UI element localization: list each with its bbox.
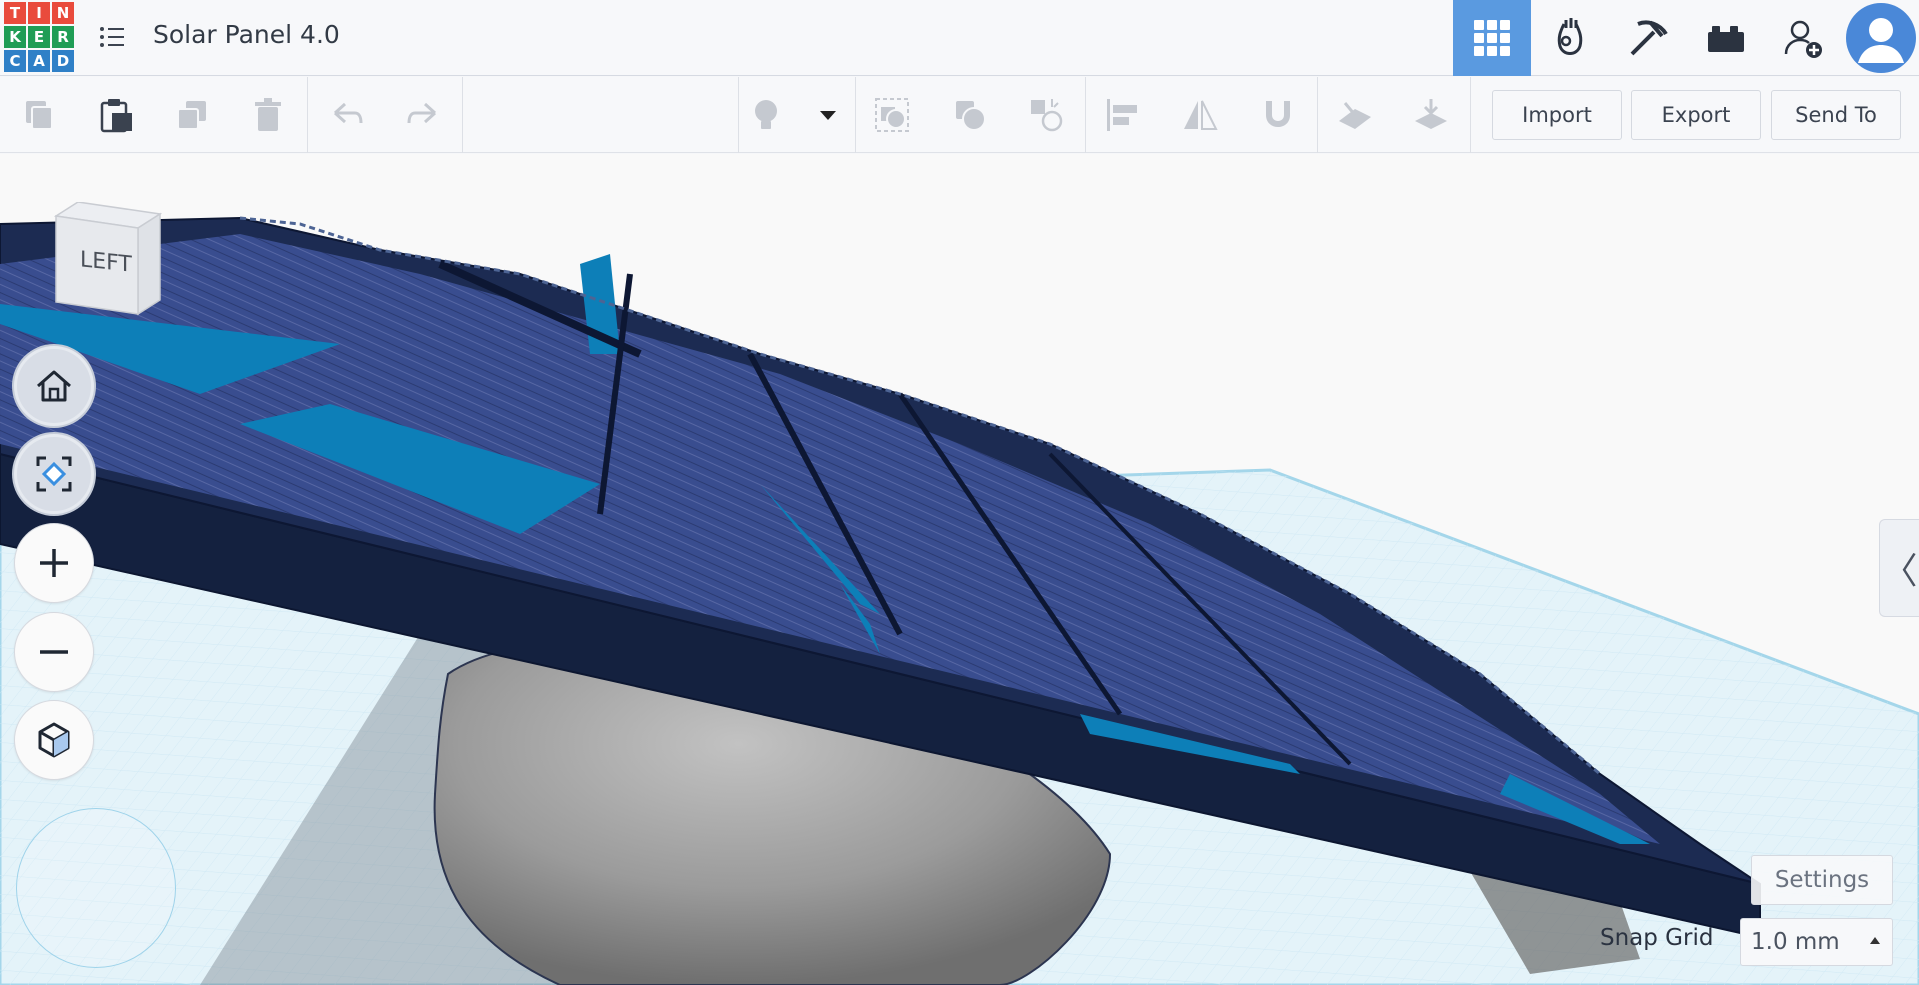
toolbar-divider (855, 77, 856, 153)
grid-view-icon (1474, 20, 1510, 56)
import-button[interactable]: Import (1492, 90, 1622, 140)
toolbar-divider (1470, 77, 1471, 153)
home-view-button[interactable] (14, 346, 94, 426)
view-cube[interactable]: LEFT (50, 201, 163, 322)
avatar-icon (1846, 3, 1916, 73)
lego-bricks-icon (1708, 26, 1744, 52)
toolbar-divider (1085, 77, 1086, 153)
redo-icon (407, 102, 437, 124)
toolbar-divider (738, 77, 739, 153)
plus-icon (40, 549, 68, 577)
paste-button[interactable] (94, 93, 138, 137)
mirror-icon (1184, 100, 1218, 130)
cruise-button[interactable] (1256, 93, 1300, 137)
invite-collaborator-button[interactable] (1765, 0, 1843, 76)
copy-button[interactable] (18, 93, 62, 137)
projection-toggle-button[interactable] (14, 700, 94, 780)
fit-view-button[interactable] (14, 434, 94, 514)
logo-letter: A (28, 50, 50, 72)
lego-bricks-button[interactable] (1687, 0, 1765, 76)
add-user-icon (1784, 20, 1822, 58)
caret-up-icon (1870, 937, 1880, 944)
list-menu-icon (100, 27, 124, 47)
design-title[interactable]: Solar Panel 4.0 (153, 20, 340, 49)
edit-toolbar: Import Export Send To (0, 77, 1919, 153)
light-bulb-icon (755, 100, 777, 129)
logo-letter: D (52, 50, 74, 72)
notes-dropdown-button[interactable] (808, 93, 848, 137)
cube-perspective-icon (38, 722, 70, 758)
group-button[interactable] (870, 93, 914, 137)
hole-icon (1031, 99, 1063, 132)
mirror-button[interactable] (1178, 93, 1222, 137)
undo-icon (333, 102, 363, 124)
logo-letter: R (52, 26, 74, 48)
logo-letter: N (52, 2, 74, 24)
snap-grid-select[interactable]: 1.0 mm (1740, 918, 1893, 966)
duplicate-button[interactable] (170, 93, 214, 137)
fit-all-icon (36, 456, 72, 492)
sim-lab-icon (1557, 18, 1583, 55)
shapes-panel-toggle[interactable]: 〈 (1879, 519, 1919, 617)
logo-letter: I (28, 2, 50, 24)
align-button[interactable] (1101, 93, 1145, 137)
drop-to-workplane-button[interactable] (1409, 93, 1453, 137)
home-icon (37, 370, 71, 402)
logo-letter: E (28, 26, 50, 48)
toolbar-divider (1317, 77, 1318, 153)
caret-down-icon (820, 111, 836, 120)
header-mode-icons (1453, 0, 1919, 76)
toolbar-divider (307, 77, 308, 153)
pickaxe-icon (1630, 20, 1668, 56)
minus-icon (40, 650, 68, 654)
send-to-button[interactable]: Send To (1771, 90, 1901, 140)
workplane-icon (1339, 102, 1371, 129)
ungroup-button[interactable] (948, 93, 992, 137)
drop-icon (1415, 99, 1447, 129)
export-button[interactable]: Export (1631, 90, 1761, 140)
snap-grid-value: 1.0 mm (1751, 929, 1840, 955)
copy-icon (26, 101, 53, 130)
undo-button[interactable] (325, 93, 369, 137)
delete-button[interactable] (246, 93, 290, 137)
design-menu-button[interactable] (98, 22, 126, 52)
bricks-mode-button[interactable] (1609, 0, 1687, 76)
magnet-icon (1266, 101, 1290, 127)
clipboard-icon (100, 99, 132, 133)
zoom-out-button[interactable] (14, 612, 94, 692)
scene-canvas[interactable] (0, 154, 1919, 985)
ungroup-icon (956, 101, 986, 131)
logo-letter: K (4, 26, 26, 48)
toolbar-divider (462, 77, 463, 153)
orbit-control[interactable] (16, 808, 176, 968)
3d-design-view-button[interactable] (1453, 0, 1531, 76)
tinkercad-app: TIN KER CAD Solar Panel 4.0 Import Export … (0, 0, 1919, 985)
snap-grid-label: Snap Grid (1600, 925, 1714, 951)
zoom-in-button[interactable] (14, 523, 94, 603)
logo-letter: C (4, 50, 26, 72)
duplicate-icon (177, 101, 206, 130)
chevron-left-icon: 〈 (1881, 551, 1918, 592)
user-avatar[interactable] (1843, 0, 1919, 76)
redo-button[interactable] (401, 93, 445, 137)
hole-button[interactable] (1024, 93, 1068, 137)
workplane-button[interactable] (1333, 93, 1377, 137)
group-icon (875, 98, 909, 132)
top-header: TIN KER CAD Solar Panel 4.0 (0, 0, 1919, 76)
sim-lab-button[interactable] (1531, 0, 1609, 76)
align-icon (1107, 99, 1137, 131)
tinkercad-logo[interactable]: TIN KER CAD (4, 2, 74, 72)
notes-button[interactable] (744, 93, 788, 137)
settings-button[interactable]: Settings (1751, 855, 1893, 905)
logo-letter: T (4, 2, 26, 24)
trash-icon (255, 98, 281, 131)
3d-viewport[interactable]: LEFT 〈 Settings Snap Grid 1.0 mm (0, 154, 1919, 985)
view-cube-face-label: LEFT (80, 247, 132, 278)
